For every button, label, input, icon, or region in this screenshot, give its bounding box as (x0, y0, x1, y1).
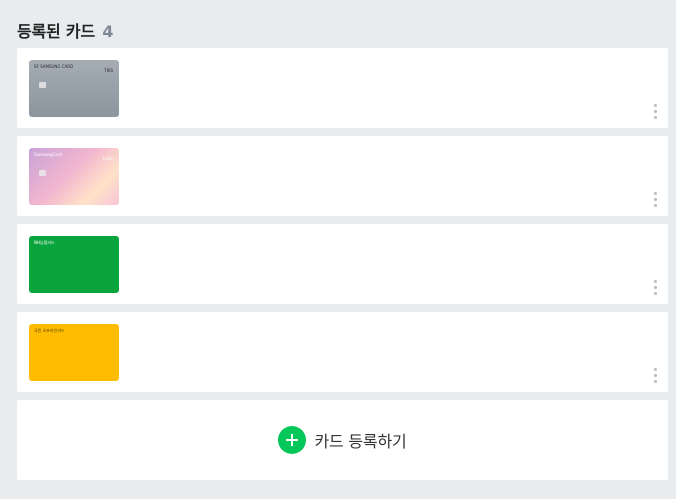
registered-cards-header: 등록된 카드 4 (17, 18, 113, 42)
card-text: 국민 오프라인카드 (34, 328, 65, 333)
card-item[interactable]: SF SAMSUNG CARD TIKS (17, 48, 668, 128)
card-image: NH농협카드 (29, 236, 119, 293)
card-text: SamsungCard (34, 152, 62, 157)
card-text: NH농협카드 (34, 240, 55, 245)
add-card-label: 카드 등록하기 (314, 432, 407, 451)
card-brand: Lotte (102, 156, 113, 161)
more-options-icon[interactable] (650, 192, 660, 208)
more-options-icon[interactable] (650, 280, 660, 296)
card-text: SF SAMSUNG CARD (34, 64, 74, 69)
plus-icon (278, 426, 307, 454)
card-item[interactable]: SamsungCard Lotte (17, 136, 668, 216)
add-card-button[interactable]: 카드 등록하기 (17, 400, 668, 480)
card-brand: TIKS (104, 68, 113, 73)
card-image: SF SAMSUNG CARD TIKS (29, 60, 119, 117)
card-chip (39, 170, 46, 176)
header-title: 등록된 카드 (17, 22, 95, 41)
card-image: 국민 오프라인카드 (29, 324, 119, 381)
card-item[interactable]: 국민 오프라인카드 (17, 312, 668, 392)
card-count: 4 (102, 22, 114, 41)
card-image: SamsungCard Lotte (29, 148, 119, 205)
card-item[interactable]: NH농협카드 (17, 224, 668, 304)
card-chip (39, 82, 46, 88)
more-options-icon[interactable] (650, 104, 660, 120)
more-options-icon[interactable] (650, 368, 660, 384)
